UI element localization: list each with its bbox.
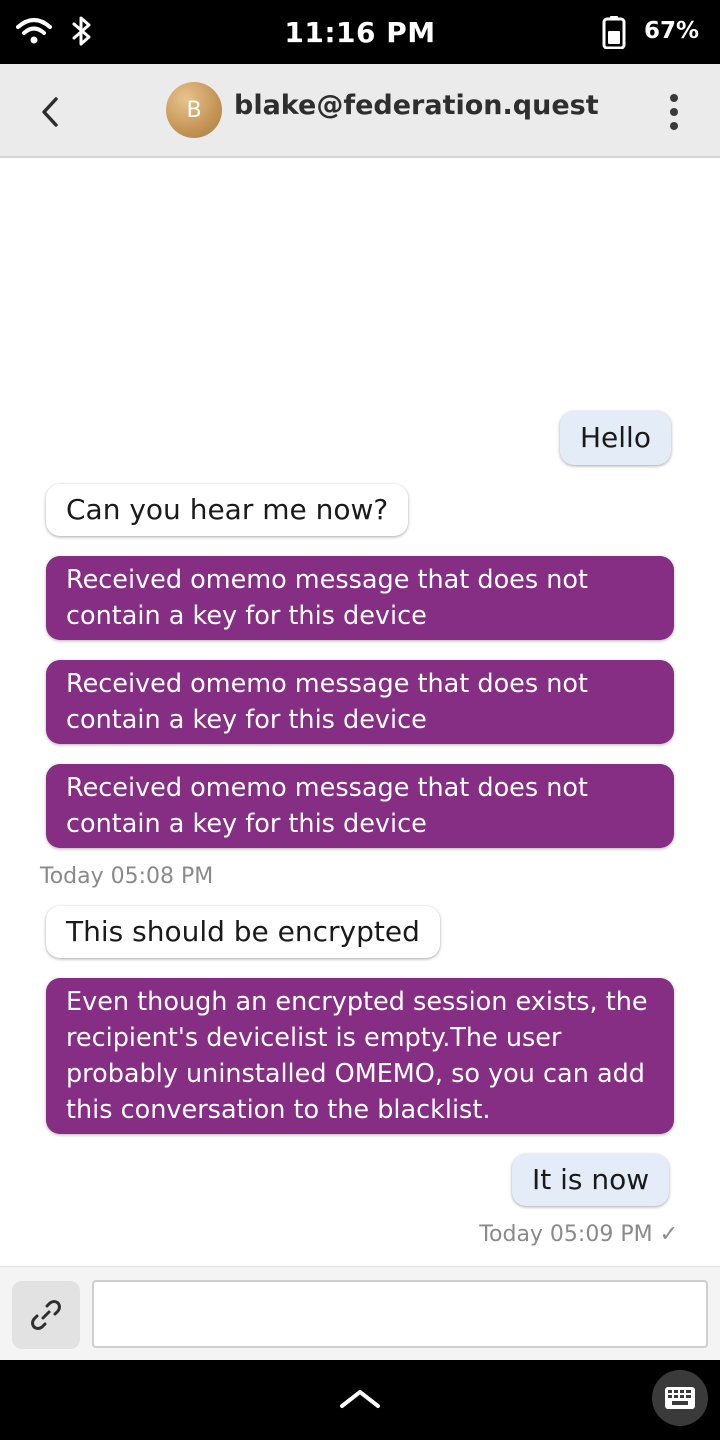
message-text: contain a key for this device (66, 705, 427, 735)
message-text: Received omemo message that does not (66, 773, 589, 803)
message-timestamp: Today 05:09 PM ✓ (479, 1222, 678, 1247)
battery-percent: 67% (644, 18, 700, 44)
system-nav-bar (0, 1360, 720, 1440)
back-icon (42, 97, 58, 127)
incoming-message[interactable]: This should be encrypted (46, 906, 440, 958)
message-text: contain a key for this device (66, 809, 427, 839)
attach-link-icon (31, 1300, 61, 1330)
home-swipe-button[interactable] (334, 1378, 386, 1418)
message-text: probably uninstalled OMEMO, so you can a… (66, 1059, 645, 1089)
composer-bar (0, 1266, 720, 1360)
message-text: recipient's devicelist is empty.The user (66, 1023, 562, 1053)
message-input[interactable] (92, 1280, 708, 1348)
message-text: Received omemo message that does not (66, 669, 589, 699)
keyboard-icon (665, 1387, 695, 1409)
omemo-error-message[interactable]: Received omemo message that does not con… (46, 556, 674, 640)
outgoing-message[interactable]: Hello (560, 411, 671, 465)
message-list[interactable]: Hello Can you hear me now? Received omem… (0, 158, 720, 1266)
back-button[interactable] (24, 86, 76, 138)
contact-name[interactable]: blake@federation.quest (234, 90, 599, 121)
chat-header: B blake@federation.quest (0, 64, 720, 158)
message-text: contain a key for this device (66, 601, 427, 631)
avatar[interactable]: B (166, 82, 222, 138)
message-text: Even though an encrypted session exists,… (66, 987, 648, 1017)
omemo-error-message[interactable]: Received omemo message that does not con… (46, 764, 674, 848)
attach-button[interactable] (12, 1281, 80, 1349)
keyboard-toggle-button[interactable] (652, 1370, 708, 1426)
message-text: It is now (532, 1163, 650, 1196)
message-text: This should be encrypted (66, 915, 420, 948)
outgoing-message[interactable]: It is now (512, 1154, 670, 1206)
message-text: this conversation to the blacklist. (66, 1095, 491, 1125)
battery-icon (602, 16, 626, 49)
more-vertical-icon (670, 94, 678, 102)
more-menu-button[interactable] (654, 86, 694, 138)
message-timestamp: Today 05:08 PM (40, 864, 214, 889)
omemo-error-message[interactable]: Even though an encrypted session exists,… (46, 978, 674, 1134)
chevron-up-icon (340, 1390, 380, 1408)
message-text: Hello (580, 421, 651, 454)
status-bar: 11:16 PM 67% (0, 0, 720, 64)
message-text: Received omemo message that does not (66, 565, 589, 595)
omemo-error-message[interactable]: Received omemo message that does not con… (46, 660, 674, 744)
message-text: Can you hear me now? (66, 493, 389, 526)
incoming-message[interactable]: Can you hear me now? (46, 484, 409, 536)
